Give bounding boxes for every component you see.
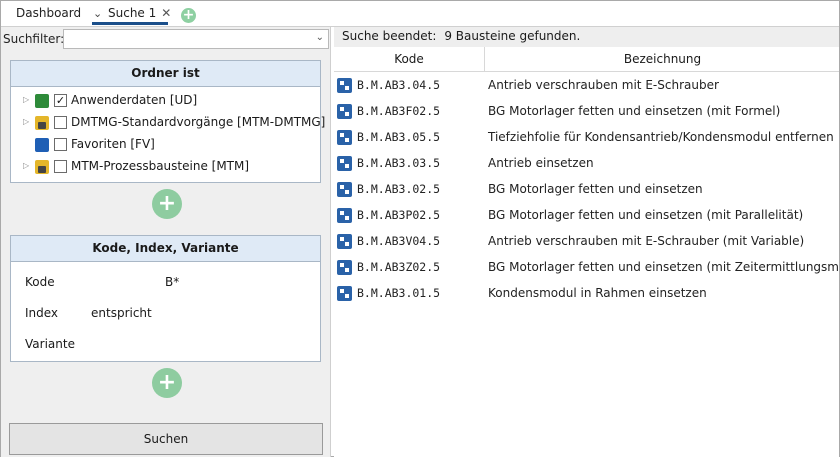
table-row[interactable]: B.M.AB3Z02.5 BG Motorlager fetten und ei… (334, 255, 840, 281)
building-block-icon (337, 156, 352, 171)
kode-value[interactable]: B* (165, 275, 179, 289)
search-filter-label: Suchfilter: (3, 32, 65, 46)
lock-icon (38, 122, 46, 129)
search-status-bar: Suche beendet: 9 Bausteine gefunden. (334, 27, 839, 47)
building-block-icon (337, 182, 352, 197)
tab-bar: Dashboard ⌄ Suche 1 ✕ + (1, 1, 839, 27)
search-button[interactable]: Suchen (9, 423, 323, 455)
add-criterion-button[interactable]: + (152, 368, 182, 398)
index-row[interactable]: Index entspricht (25, 306, 152, 320)
tree-item-label: Anwenderdaten [UD] (71, 93, 198, 107)
tree-item-mtm[interactable]: ▷ MTM-Prozessbausteine [MTM] (11, 157, 316, 177)
row-code: B.M.AB3Z02.5 (357, 260, 441, 274)
building-block-icon (337, 260, 352, 275)
row-description: BG Motorlager fetten und einsetzen (mit … (488, 104, 781, 118)
variante-label: Variante (25, 337, 75, 351)
index-operator-value[interactable]: entspricht (91, 306, 152, 320)
tab-dashboard[interactable]: Dashboard (16, 1, 81, 27)
table-row[interactable]: B.M.AB3.05.5 Tiefziehfolie für Kondensan… (334, 125, 839, 151)
row-code: B.M.AB3.02.5 (357, 182, 441, 196)
status-label: Suche beendet: (342, 29, 437, 43)
row-code: B.M.AB3F02.5 (357, 104, 441, 118)
results-grid-header: Kode Bezeichnung (334, 47, 839, 72)
code-index-variant-box: Kode, Index, Variante Kode B* Index ents… (10, 235, 321, 362)
table-row[interactable]: B.M.AB3P02.5 BG Motorlager fetten und ei… (334, 203, 839, 229)
tree-item-label: DMTMG-Standardvorgänge [MTM-DMTMG] (71, 115, 326, 129)
table-row[interactable]: B.M.AB3F02.5 BG Motorlager fetten und ei… (334, 99, 839, 125)
row-description: BG Motorlager fetten und einsetzen (488, 182, 703, 196)
index-label: Index (25, 306, 59, 320)
expand-arrow-icon[interactable]: ▷ (23, 95, 29, 104)
kode-label: Kode (25, 275, 55, 289)
row-description: BG Motorlager fetten und einsetzen (mit … (488, 260, 840, 274)
row-description: Antrieb einsetzen (488, 156, 594, 170)
table-row[interactable]: B.M.AB3.01.5 Kondensmodul in Rahmen eins… (334, 281, 839, 307)
code-index-variant-title: Kode, Index, Variante (11, 236, 320, 262)
active-tab-indicator (92, 22, 168, 25)
checkbox-favoriten[interactable] (54, 138, 67, 151)
folder-yellow-lock-icon (35, 160, 49, 174)
results-panel: Suche beendet: 9 Bausteine gefunden. Kode… (334, 27, 840, 457)
column-header-bezeichnung[interactable]: Bezeichnung (486, 47, 839, 72)
expand-arrow-icon[interactable]: ▷ (23, 117, 29, 126)
building-block-icon (337, 286, 352, 301)
add-tab-button[interactable]: + (181, 8, 196, 23)
row-code: B.M.AB3V04.5 (357, 234, 441, 248)
table-row[interactable]: B.M.AB3.03.5 Antrieb einsetzen (334, 151, 839, 177)
add-criterion-button[interactable]: + (152, 189, 182, 219)
kode-row[interactable]: Kode B* (25, 275, 179, 289)
tree-item-label: Favoriten [FV] (71, 137, 155, 151)
search-filter-select[interactable]: ⌄ (63, 29, 329, 49)
building-block-icon (337, 104, 352, 119)
folder-blue-icon (35, 138, 49, 152)
table-row[interactable]: B.M.AB3V04.5 Antrieb verschrauben mit E-… (334, 229, 839, 255)
building-block-icon (337, 130, 352, 145)
row-code: B.M.AB3.01.5 (357, 286, 441, 300)
folder-criteria-title: Ordner ist (11, 61, 320, 87)
result-count: 9 Bausteine gefunden. (444, 29, 581, 43)
building-block-icon (337, 208, 352, 223)
row-description: Antrieb verschrauben mit E-Schrauber (mi… (488, 234, 805, 248)
checkbox-mtm[interactable] (54, 160, 67, 173)
search-criteria-panel: Suchfilter: ⌄ Ordner ist ▷ ✓ Anwenderdat… (1, 27, 331, 457)
folder-yellow-lock-icon (35, 116, 49, 130)
checkbox-anwenderdaten[interactable]: ✓ (54, 94, 67, 107)
row-code: B.M.AB3.03.5 (357, 156, 441, 170)
tree-item-favoriten[interactable]: Favoriten [FV] (11, 135, 316, 155)
building-block-icon (337, 78, 352, 93)
expand-arrow-icon[interactable]: ▷ (23, 161, 29, 170)
tree-item-anwenderdaten[interactable]: ▷ ✓ Anwenderdaten [UD] (11, 91, 316, 111)
tree-item-label: MTM-Prozessbausteine [MTM] (71, 159, 250, 173)
row-code: B.M.AB3.04.5 (357, 78, 441, 92)
row-code: B.M.AB3.05.5 (357, 130, 441, 144)
building-block-icon (337, 234, 352, 249)
table-row[interactable]: B.M.AB3.04.5 Antrieb verschrauben mit E-… (334, 73, 839, 99)
row-code: B.M.AB3P02.5 (357, 208, 441, 222)
folder-green-icon (35, 94, 49, 108)
tree-item-dmtmg[interactable]: ▷ DMTMG-Standardvorgänge [MTM-DMTMG] (11, 113, 325, 133)
folder-criteria-box: Ordner ist ▷ ✓ Anwenderdaten [UD] ▷ DMTM… (10, 60, 325, 183)
table-row[interactable]: B.M.AB3.02.5 BG Motorlager fetten und ei… (334, 177, 839, 203)
checkbox-dmtmg[interactable] (54, 116, 67, 129)
variante-row[interactable]: Variante (25, 337, 75, 351)
lock-icon (38, 166, 46, 173)
tab-suche-1-label: Suche 1 (108, 6, 157, 20)
search-filter-row: Suchfilter: ⌄ (1, 27, 331, 53)
column-header-kode[interactable]: Kode (334, 47, 485, 72)
row-description: Kondensmodul in Rahmen einsetzen (488, 286, 707, 300)
row-description: Tiefziehfolie für Kondensantrieb/Kondens… (488, 130, 834, 144)
chevron-down-icon[interactable]: ⌄ (316, 32, 324, 43)
row-description: Antrieb verschrauben mit E-Schrauber (488, 78, 719, 92)
row-description: BG Motorlager fetten und einsetzen (mit … (488, 208, 804, 222)
